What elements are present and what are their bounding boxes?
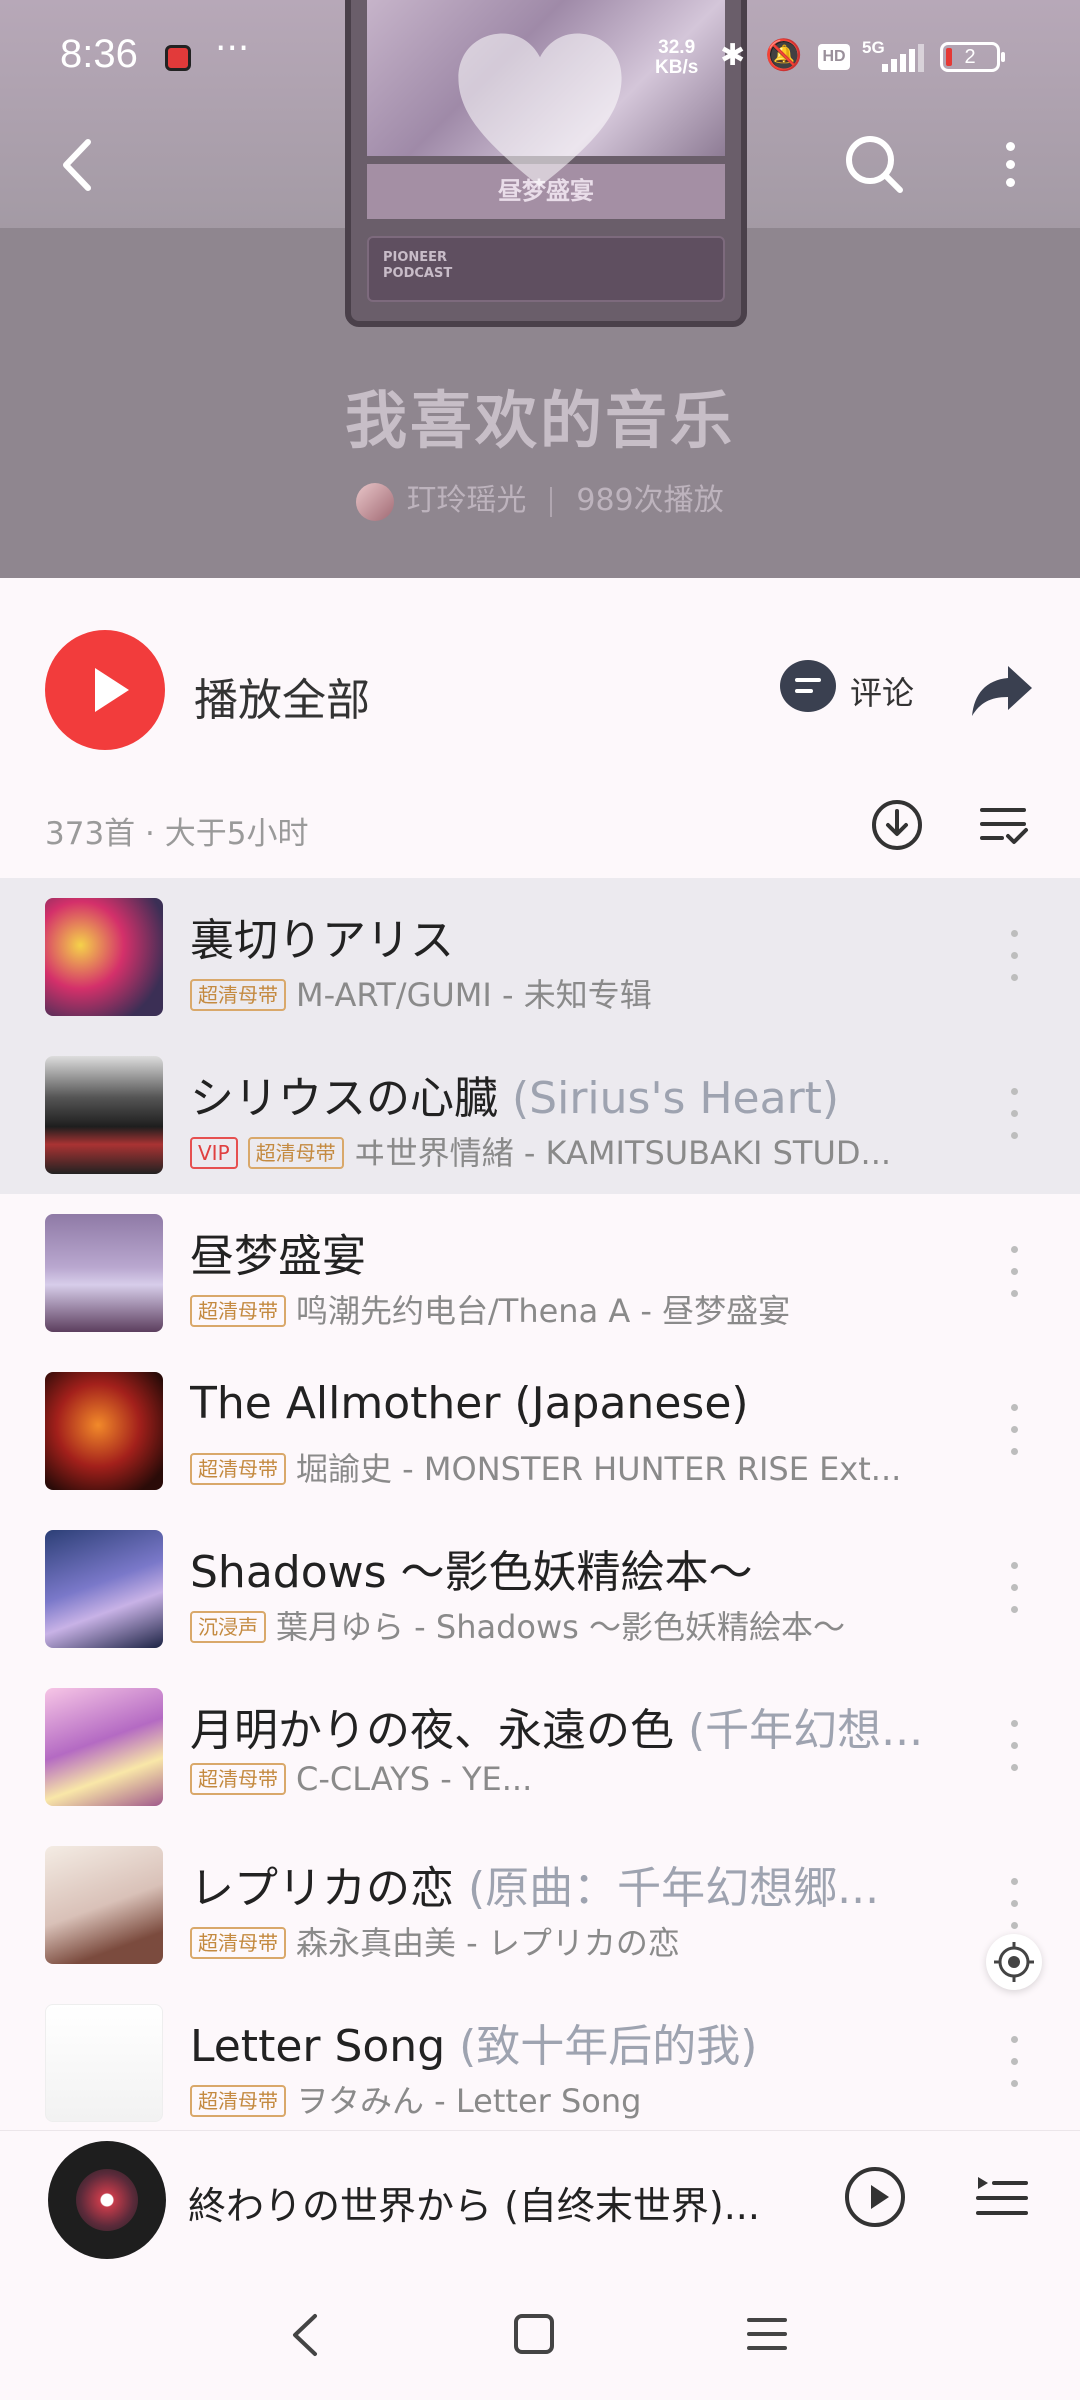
owner-avatar[interactable] — [356, 482, 395, 521]
battery-icon: 2 — [940, 42, 1005, 72]
sort-icon[interactable] — [980, 804, 1030, 848]
song-row[interactable]: 昼梦盛宴 超清母带 鸣潮先约电台/Thena A - 昼梦盛宴 — [0, 1194, 1080, 1352]
song-title: 裏切りアリス — [190, 915, 454, 966]
play-all-label[interactable]: 播放全部 — [194, 664, 370, 728]
song-title: 月明かりの夜、永遠の色 (千年幻想... — [190, 1705, 924, 1756]
song-cover — [45, 1846, 163, 1964]
comment-icon — [780, 660, 836, 712]
net-speed: 32.9 KB/s — [655, 38, 698, 78]
song-row[interactable]: 裏切りアリス 超清母带 M-ART/GUMI - 未知专辑 — [0, 878, 1080, 1036]
song-subtitle: 沉浸声 葉月ゆら - Shadows ～影色妖精絵本～ — [190, 1602, 950, 1648]
song-row[interactable]: The Allmother (Japanese) 超清母带 堀諭史 - MONST… — [0, 1352, 1080, 1510]
playlist-meta: 玎玲瑶光 989次播放 — [0, 475, 1080, 521]
song-more-icon[interactable] — [1006, 1246, 1022, 1300]
song-cover — [45, 1688, 163, 1806]
song-subtitle: 超清母带 C-CLAYS - YE... — [190, 1760, 950, 1798]
song-subtitle: 超清母带 森永真由美 - レプリカの恋 — [190, 1918, 950, 1964]
song-row[interactable]: Letter Song (致十年后的我) 超清母带 ヲタみん - Letter S… — [0, 1984, 1080, 2142]
song-cover — [45, 1214, 163, 1332]
cover-footer: PIONEER PODCAST — [367, 236, 725, 302]
song-cover — [45, 2004, 163, 2122]
nav-menu-icon[interactable] — [745, 2314, 789, 2354]
net-speed-value: 32.9 — [658, 37, 696, 58]
cover-brand: PIONEER PODCAST — [383, 250, 453, 281]
play-count: 989次播放 — [576, 483, 724, 518]
comment-label: 评论 — [850, 674, 915, 712]
song-subtitle: 超清母带 堀諭史 - MONSTER HUNTER RISE Ext... — [190, 1444, 950, 1490]
quality-tag: 超清母带 — [190, 1763, 286, 1795]
song-row[interactable]: Shadows ～影色妖精絵本～ 沉浸声 葉月ゆら - Shadows ～影色妖精… — [0, 1510, 1080, 1668]
song-subtitle: 超清母带 M-ART/GUMI - 未知专辑 — [190, 970, 950, 1016]
play-all-button[interactable] — [45, 630, 165, 750]
quality-tag: 超清母带 — [190, 979, 286, 1011]
song-title: 昼梦盛宴 — [190, 1231, 366, 1282]
quality-tag: 超清母带 — [190, 1295, 286, 1327]
song-subtitle: 超清母带 ヲタみん - Letter Song — [190, 2076, 950, 2122]
song-more-icon[interactable] — [1006, 1562, 1022, 1616]
song-title: シリウスの心臓 (Sirius's Heart) — [190, 1073, 840, 1124]
divider — [550, 486, 553, 517]
status-time: 8:36 — [60, 32, 138, 76]
search-icon[interactable] — [840, 130, 910, 200]
quality-tag: 超清母带 — [190, 1453, 286, 1485]
hd-badge: HD — [818, 44, 850, 70]
song-subtitle: 超清母带 鸣潮先约电台/Thena A - 昼梦盛宴 — [190, 1286, 950, 1332]
song-cover — [45, 1372, 163, 1490]
mute-icon: 🔕 — [765, 38, 803, 73]
system-nav-bar — [0, 2270, 1080, 2400]
song-more-icon[interactable] — [1006, 2036, 1022, 2090]
song-row[interactable]: 月明かりの夜、永遠の色 (千年幻想... 超清母带 C-CLAYS - YE... — [0, 1668, 1080, 1826]
audio-tag: 沉浸声 — [190, 1611, 266, 1643]
song-cover — [45, 1056, 163, 1174]
download-icon[interactable] — [870, 798, 924, 852]
mini-player-song[interactable]: 終わりの世界から (自终末世界)... — [188, 2175, 788, 2230]
song-cover — [45, 1530, 163, 1648]
owner-name[interactable]: 玎玲瑶光 — [406, 483, 526, 518]
share-icon[interactable] — [970, 664, 1034, 718]
playlist-content: 播放全部 评论 373首 · 大于5小时 裏切りアリス 超清母带 M-ART/GU… — [0, 578, 1080, 2130]
signal-icon — [882, 44, 926, 72]
back-icon[interactable] — [50, 130, 110, 200]
net-speed-unit: KB/s — [655, 57, 699, 78]
song-title: The Allmother (Japanese) — [190, 1378, 749, 1429]
quality-tag: 超清母带 — [190, 1927, 286, 1959]
locate-icon[interactable] — [986, 1934, 1042, 1990]
song-row[interactable]: レプリカの恋 (原曲：千年幻想郷... 超清母带 森永真由美 - レプリカの恋 — [0, 1826, 1080, 1984]
song-more-icon[interactable] — [1006, 1878, 1022, 1932]
song-subtitle: VIP 超清母带 ヰ世界情緒 - KAMITSUBAKI STUD... — [190, 1128, 950, 1174]
bluetooth-icon: ✱ — [720, 38, 746, 73]
song-more-icon[interactable] — [1006, 1088, 1022, 1142]
song-title: レプリカの恋 (原曲：千年幻想郷... — [190, 1863, 880, 1914]
status-overflow-dots: ··· — [215, 28, 250, 69]
vip-tag: VIP — [190, 1137, 238, 1169]
status-bar: 8:36 ··· 32.9 KB/s ✱ 🔕 HD 5G 2 — [0, 0, 1080, 120]
queue-icon[interactable] — [976, 2175, 1028, 2221]
quality-tag: 超清母带 — [247, 1137, 344, 1169]
song-more-icon[interactable] — [1006, 930, 1022, 984]
quality-tag: 超清母带 — [190, 2085, 286, 2117]
song-more-icon[interactable] — [1006, 1404, 1022, 1458]
nav-back-icon[interactable] — [285, 2310, 325, 2360]
song-row[interactable]: シリウスの心臓 (Sirius's Heart) VIP 超清母带 ヰ世界情緒 - … — [0, 1036, 1080, 1194]
more-icon[interactable] — [990, 130, 1030, 200]
list-info: 373首 · 大于5小时 — [45, 816, 309, 852]
mini-player[interactable]: 終わりの世界から (自终末世界)... — [0, 2130, 1080, 2271]
song-title: Letter Song (致十年后的我) — [190, 2021, 758, 2072]
song-title: Shadows ～影色妖精絵本～ — [190, 1547, 753, 1598]
playlist-title: 我喜欢的音乐 — [344, 384, 735, 457]
playlist-header: 昼梦盛宴 PIONEER PODCAST 8:36 ··· 32.9 KB/s … — [0, 0, 1080, 578]
play-icon[interactable] — [845, 2167, 905, 2227]
song-cover — [45, 898, 163, 1016]
song-more-icon[interactable] — [1006, 1720, 1022, 1774]
mini-player-cover[interactable] — [48, 2141, 166, 2259]
app-notification-icon — [165, 45, 191, 71]
nav-home-icon[interactable] — [512, 2312, 556, 2356]
